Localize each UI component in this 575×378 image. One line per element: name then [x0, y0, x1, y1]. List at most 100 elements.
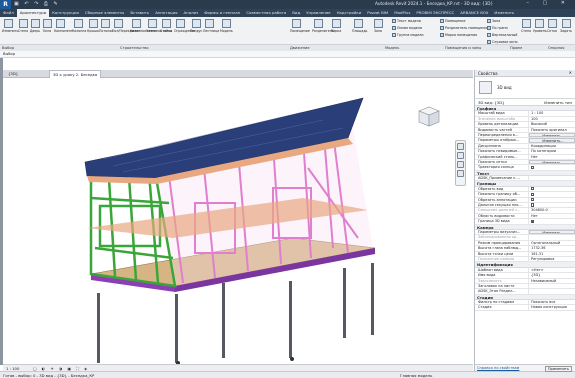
property-value[interactable]: Изменить... [529, 229, 575, 235]
orbit-icon[interactable] [457, 170, 464, 177]
ribbon-tool[interactable]: Пандус [190, 19, 202, 33]
ribbon-tool[interactable]: Разделитель [312, 19, 334, 33]
ribbon-tool[interactable]: Потолок [99, 19, 113, 33]
ribbon-small-tool[interactable]: Марка помещения [440, 33, 477, 37]
ribbon-tab[interactable]: ARBANCE BOX [457, 9, 491, 17]
ribbon-tool[interactable]: Зона [372, 19, 384, 33]
property-value[interactable] [529, 187, 575, 191]
property-value[interactable]: Изменить... [529, 132, 575, 138]
edit-type-button[interactable]: Изменить тип [544, 100, 572, 105]
ribbon-tool[interactable]: Изменить [2, 19, 18, 33]
ribbon-tab[interactable]: Сборные элементы [82, 9, 127, 17]
property-checkbox[interactable] [531, 203, 535, 207]
ribbon-tool[interactable]: Колонна [72, 19, 86, 33]
property-value[interactable]: <Нет> [529, 268, 575, 272]
ribbon-tool[interactable]: Марка [330, 19, 342, 33]
ribbon-small-tool[interactable]: Вертикальный [487, 33, 517, 37]
property-value[interactable] [529, 203, 575, 207]
ribbon-tool[interactable]: Площадь [352, 19, 367, 33]
property-checkbox[interactable] [531, 165, 535, 169]
ribbon-tool[interactable]: Навесная стена [130, 19, 157, 33]
ribbon-small-tool[interactable]: Группа модели [392, 33, 424, 37]
property-value[interactable]: Изменить... [529, 138, 575, 143]
property-value[interactable]: Нет [529, 155, 575, 159]
property-value[interactable]: Новая конструкция [529, 305, 575, 309]
property-value[interactable]: Координация [529, 144, 575, 148]
ribbon-tab[interactable]: Вид [289, 9, 303, 17]
ribbon-tool[interactable]: Сетка [546, 19, 558, 33]
navigation-bar[interactable] [455, 140, 466, 186]
ribbon-tool[interactable]: Лестница [203, 19, 219, 33]
property-value[interactable]: Нет [529, 214, 575, 218]
ribbon-small-tool[interactable]: По грани [487, 26, 508, 30]
ribbon-tool[interactable]: Компонент [54, 19, 73, 33]
view-tab-3d[interactable]: {3D} [5, 70, 21, 78]
ribbon-tool[interactable]: Стойка [160, 19, 172, 33]
property-value[interactable]: Показать все [529, 300, 575, 304]
steering-wheel-icon[interactable] [457, 143, 464, 150]
ribbon-tab[interactable]: Надстройки [334, 9, 365, 17]
apply-button[interactable]: Применить [544, 366, 572, 372]
properties-help-link[interactable]: Справка по свойствам [477, 366, 519, 370]
type-selector[interactable]: 3D вид [475, 77, 575, 99]
view-tab-gazebo[interactable]: 3D к уроку 2. Беседка [49, 70, 102, 78]
property-value[interactable]: По категории [529, 149, 575, 153]
viewcube-icon[interactable] [415, 105, 441, 127]
ribbon-small-tool[interactable]: Разделитель помещений [440, 26, 489, 30]
pan-icon[interactable] [457, 161, 464, 168]
property-value[interactable] [529, 219, 575, 223]
ribbon-tab[interactable]: PROBIM ЭКСПРЕСС [413, 9, 457, 17]
property-value[interactable]: 1 : 100 [529, 111, 575, 115]
property-value[interactable]: 1732.36 [529, 246, 575, 250]
ribbon-tool[interactable]: Ограждение [174, 19, 195, 33]
ribbon-tool[interactable]: Помещение [290, 19, 310, 33]
ribbon-tool[interactable]: Дверь [29, 19, 41, 33]
property-checkbox[interactable] [531, 192, 535, 196]
property-value[interactable] [529, 192, 575, 196]
ribbon-tool[interactable]: Задать [560, 19, 572, 33]
status-model[interactable]: Главная модель [400, 373, 432, 378]
property-checkbox[interactable] [531, 198, 535, 202]
property-checkbox[interactable] [531, 187, 535, 191]
ribbon-small-tool[interactable]: Линия модели [392, 26, 422, 30]
ribbon-tool[interactable]: Пол/Перекрытие [112, 19, 140, 33]
ribbon-tab[interactable]: Pozzat BIM [364, 9, 391, 17]
ribbon-tool[interactable]: Уровень [533, 19, 547, 33]
property-value[interactable]: 161.31 [529, 252, 575, 256]
ribbon-tool[interactable]: Модель [220, 19, 233, 33]
ribbon-tab[interactable]: Формы и генплан [201, 9, 243, 17]
ribbon-tool[interactable]: Стена [520, 19, 532, 33]
property-value[interactable]: Изменить... [529, 159, 575, 165]
zoom-icon[interactable] [457, 152, 464, 159]
property-value[interactable] [529, 289, 575, 293]
instance-selector[interactable]: 3D вид: {3D} Изменить тип [475, 99, 575, 106]
ribbon-tab[interactable]: Файл [0, 9, 17, 17]
app-menu-button[interactable]: R [0, 0, 11, 9]
ribbon-tab[interactable]: Совместная работа [243, 9, 289, 17]
ribbon-small-tool[interactable]: Текст модели [392, 19, 421, 23]
ribbon-small-tool[interactable]: Зона [487, 19, 500, 23]
ribbon-tool[interactable]: Окно [41, 19, 53, 33]
ribbon-tab[interactable]: Аннотация [152, 9, 180, 17]
ribbon-tab[interactable]: Вставить [127, 9, 152, 17]
window-controls[interactable]: – ▢ ✕ [526, 0, 571, 6]
ribbon-tab[interactable]: Конструкция [49, 9, 82, 17]
close-icon[interactable]: ✕ [569, 70, 572, 75]
property-value[interactable]: {3D} [529, 273, 575, 277]
property-value[interactable] [529, 165, 575, 169]
panel-select[interactable]: Выбор [2, 46, 14, 50]
property-value[interactable] [529, 284, 575, 288]
ribbon-tool[interactable]: Стена [17, 19, 29, 33]
quick-access-toolbar[interactable]: ▣ ↶ ↷ ⎙ ✎ [14, 1, 60, 7]
property-checkbox[interactable] [531, 219, 535, 223]
property-value[interactable] [529, 198, 575, 202]
ribbon-tab[interactable]: Изменить [491, 9, 517, 17]
ribbon-tab[interactable]: Анализ [181, 9, 202, 17]
ribbon-tool[interactable]: Навесная сетка [146, 19, 172, 33]
ribbon-tab[interactable]: ModPlus [391, 9, 413, 17]
ribbon-tool[interactable]: Крыша [87, 19, 99, 33]
ribbon-tab[interactable]: Архитектура [16, 9, 50, 17]
property-value[interactable]: Высокий [529, 122, 575, 126]
ribbon-small-tool[interactable]: Помещение [440, 19, 465, 23]
property-value[interactable]: Показать оригинал [529, 128, 575, 132]
